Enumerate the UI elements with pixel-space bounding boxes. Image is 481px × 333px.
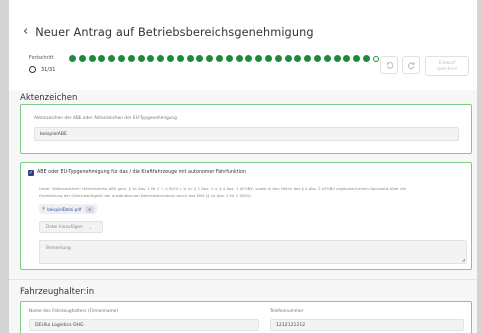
paperclip-icon: ⚲ <box>42 206 46 212</box>
aktenzeichen-input[interactable]: beispielABE <box>34 127 459 141</box>
aktenzeichen-section-title: Aktenzeichen <box>20 93 78 103</box>
progress-step-dot <box>264 55 272 62</box>
save-draft-label-line2: speichern <box>436 67 458 72</box>
progress-step-dot <box>186 55 194 62</box>
holder-name-input[interactable]: DEUlia Logistics OHG <box>29 319 259 331</box>
abe-checkbox[interactable]: ✓ <box>28 170 34 176</box>
resize-grip-icon[interactable]: ◢ <box>462 258 465 262</box>
abe-checkbox-label: ABE oder EU-Typgenehmigung für das / die… <box>37 170 246 175</box>
fahrzeughalter-card: Name des Fahrzeughalters (Firmenname) DE… <box>20 301 472 333</box>
progress-step-dot <box>225 55 233 62</box>
progress-step-dot <box>304 55 312 62</box>
remove-file-icon[interactable]: ✕ <box>85 205 95 213</box>
progress-step-current <box>372 55 379 62</box>
progress-step-dot <box>333 55 341 62</box>
progress-step-dot <box>284 55 292 62</box>
progress-counter: 31/31 <box>29 66 55 73</box>
reload-icon <box>407 61 415 69</box>
remark-textarea[interactable]: Bemerkung ◢ <box>39 240 467 264</box>
progress-step-dot <box>88 55 96 62</box>
progress-step-dot <box>255 55 263 62</box>
progress-step-dot <box>323 55 331 62</box>
fahrzeughalter-section-title: Fahrzeughalter:in <box>20 287 95 297</box>
progress-step-dot <box>353 55 361 62</box>
progress-step-dot <box>147 55 155 62</box>
progress-step-dot <box>69 55 76 62</box>
phone-input[interactable]: 1212121212 <box>270 319 464 331</box>
progress-step-dot <box>127 55 135 62</box>
progress-step-dot <box>166 55 174 62</box>
file-chip: ⚲ beispielDatei.pdf ✕ <box>39 204 98 214</box>
progress-steps <box>69 55 379 62</box>
progress-step-dot <box>313 55 321 62</box>
progress-step-dot <box>206 55 214 62</box>
aktenzeichen-card: Aktenzeichen der ABE oder Aktenzeichen d… <box>20 104 472 154</box>
aktenzeichen-field-label: Aktenzeichen der ABE oder Aktenzeichen d… <box>34 116 177 121</box>
add-documents-label: Datei hinzufügen <box>46 224 83 230</box>
chevron-down-icon: ⌄ <box>88 224 93 230</box>
progress-step-dot <box>274 55 282 62</box>
section-divider <box>9 279 477 280</box>
progress-step-dot <box>137 55 145 62</box>
back-chevron-icon[interactable]: ‹ <box>23 25 28 39</box>
progress-step-dot <box>176 55 184 62</box>
abe-description-line2: Feststellung der Gleichwertigkeit der au… <box>39 192 252 198</box>
title-row: ‹ Neuer Antrag auf Betriebsbereichsgeneh… <box>23 24 314 40</box>
phone-label: Telefonnummer <box>270 309 304 314</box>
progress-step-dot <box>235 55 243 62</box>
undo-button[interactable] <box>380 56 398 74</box>
header-bar: ‹ Neuer Antrag auf Betriebsbereichsgeneh… <box>9 0 477 90</box>
progress-step-dot <box>108 55 116 62</box>
undo-icon <box>385 61 393 69</box>
remark-placeholder: Bemerkung <box>46 246 71 251</box>
application-form-page: ‹ Neuer Antrag auf Betriebsbereichsgeneh… <box>9 0 477 333</box>
progress-step-dot <box>215 55 223 62</box>
progress-step-dot <box>362 55 370 62</box>
progress-step-dot <box>294 55 302 62</box>
save-draft-button[interactable]: Entwurf speichern <box>425 56 469 76</box>
holder-name-label: Name des Fahrzeughalters (Firmenname) <box>29 309 118 314</box>
file-chip-name[interactable]: beispielDatei.pdf <box>47 207 81 212</box>
progress-counter-text: 31/31 <box>41 66 56 73</box>
progress-step-dot <box>98 55 106 62</box>
reload-button[interactable] <box>402 56 420 74</box>
add-documents-button[interactable]: Datei hinzufügen ⌄ <box>39 221 103 233</box>
progress-step-dot <box>78 55 86 62</box>
progress-step-dot <box>196 55 204 62</box>
page-title: Neuer Antrag auf Betriebsbereichsgenehmi… <box>35 25 314 39</box>
progress-step-dot <box>157 55 165 62</box>
abe-description-line1: Unter "Aktenzeichen" referenzierte ABE g… <box>39 186 407 191</box>
progress-step-dot <box>343 55 351 62</box>
abe-description: Unter "Aktenzeichen" referenzierte ABE g… <box>39 186 459 199</box>
progress-ring-icon <box>29 66 36 73</box>
progress-step-dot <box>117 55 125 62</box>
progress-step-dot <box>245 55 253 62</box>
progress-label: Fortschritt <box>29 56 54 61</box>
